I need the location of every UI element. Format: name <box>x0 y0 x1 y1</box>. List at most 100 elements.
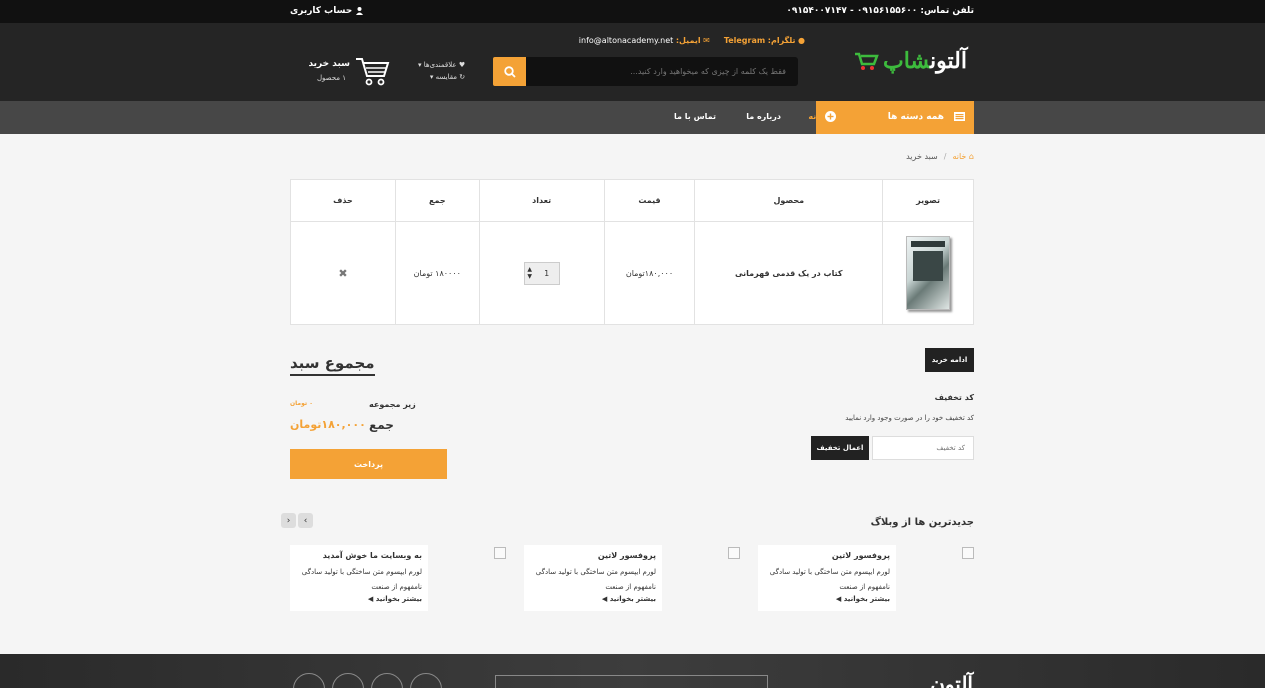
chevron-left-icon: ‹ <box>286 515 291 526</box>
read-more-icon: ◀ <box>367 595 374 603</box>
blog-post-excerpt-1: لورم ایپسوم متن ساختگی با تولید سادگی <box>301 568 422 576</box>
blog-post-excerpt-2: نامفهوم از صنعت <box>605 583 656 591</box>
read-more-link[interactable]: بیشتر بخوانید ◀ <box>764 595 890 603</box>
image-placeholder-icon[interactable] <box>494 547 506 559</box>
blog-post-title[interactable]: پروفسور لاتین <box>764 551 890 560</box>
continue-shopping-button[interactable]: ادامه خرید <box>925 348 974 372</box>
blog-post-card: پروفسور لاتین لورم ایپسوم متن ساختگی با … <box>524 545 662 611</box>
top-bar: تلفن تماس: ۰۹۱۵۶۱۵۵۶۰۰ - ۰۹۱۵۴۰۰۷۱۴۷ حسا… <box>0 0 1265 23</box>
header-contacts: ● تلگرام: Telegram ✉ ایمیل: info@altonac… <box>579 36 805 45</box>
nav-contact[interactable]: تماس با ما <box>674 112 716 121</box>
blog-post-title[interactable]: پروفسور لاتین <box>530 551 656 560</box>
blog-section-title: جدیدترین ها از وبلاگ <box>870 517 974 528</box>
total-value: ۱۸۰,۰۰۰تومان <box>290 418 366 431</box>
subtotal-value: ۰ تومان <box>290 400 313 407</box>
quantity-stepper[interactable]: ▲ ▼ 1 <box>523 261 560 285</box>
subtotal-label: زیر مجموعه <box>369 400 416 409</box>
nav-about[interactable]: درباره ما <box>746 112 781 121</box>
read-more-link[interactable]: بیشتر بخوانید ◀ <box>530 595 656 603</box>
cart-table: تصویر محصول قیمت تعداد جمع حذف کتاب در ی… <box>290 179 974 325</box>
breadcrumb-separator: / <box>943 152 947 161</box>
read-more-label: بیشتر بخوانید <box>375 595 422 603</box>
cart-count: ۱ محصول <box>316 74 346 82</box>
blog-post-title[interactable]: به وبسایت ما خوش آمدید <box>296 551 422 560</box>
quantity-value[interactable]: 1 <box>535 269 559 278</box>
image-placeholder-icon[interactable] <box>728 547 740 559</box>
all-categories-button[interactable]: همه دسته ها <box>816 101 974 134</box>
col-image: تصویر <box>882 179 974 222</box>
header-cart[interactable]: سبد خرید ۱ محصول <box>308 53 390 89</box>
home-icon: ⌂ <box>968 152 974 161</box>
carousel-next-button[interactable]: › <box>298 513 313 528</box>
coupon-input[interactable] <box>872 436 974 460</box>
email-value: info@altonacademy.net <box>578 36 674 45</box>
search-bar <box>493 57 798 86</box>
breadcrumb-current: سبد خرید <box>906 152 938 161</box>
site-logo[interactable]: آلتونشاپ <box>853 41 973 81</box>
product-name[interactable]: کتاب در یک قدمی قهرمانی <box>694 221 884 325</box>
envelope-icon: ✉ <box>703 36 710 45</box>
compare-label: مقایسه <box>435 73 457 81</box>
blog-post[interactable]: به وبسایت ما خوش آمدید لورم ایپسوم متن س… <box>290 545 506 611</box>
carousel-prev-button[interactable]: ‹ <box>281 513 296 528</box>
blog-post-excerpt-2: نامفهوم از صنعت <box>839 583 890 591</box>
telegram-label: تلگرام: <box>767 36 796 45</box>
main-nav: همه دسته ها خانه درباره ما تماس با ما <box>0 101 1265 134</box>
account-link[interactable]: حساب کاربری <box>290 6 364 16</box>
shopping-cart-icon <box>356 58 390 86</box>
blog-post-excerpt-1: لورم ایپسوم متن ساختگی با تولید سادگی <box>535 568 656 576</box>
image-placeholder-icon[interactable] <box>962 547 974 559</box>
breadcrumb-home[interactable]: ⌂ خانه <box>952 152 974 161</box>
all-categories-label: همه دسته ها <box>887 112 944 122</box>
contact-phone: تلفن تماس: ۰۹۱۵۶۱۵۵۶۰۰ - ۰۹۱۵۴۰۰۷۱۴۷ <box>786 6 974 16</box>
blog-post-card: پروفسور لاتین لورم ایپسوم متن ساختگی با … <box>758 545 896 611</box>
telegram-contact[interactable]: ● تلگرام: Telegram <box>724 36 805 45</box>
blog-post-excerpt-1: لورم ایپسوم متن ساختگی با تولید سادگی <box>769 568 890 576</box>
blog-post[interactable]: پروفسور لاتین لورم ایپسوم متن ساختگی با … <box>524 545 740 611</box>
header: آلتونشاپ ● تلگرام: Telegram ✉ ایمیل: inf… <box>0 23 1265 101</box>
email-label: ایمیل: <box>675 36 701 45</box>
email-contact[interactable]: ✉ ایمیل: info@altonacademy.net <box>579 36 710 45</box>
user-icon <box>356 7 364 15</box>
apply-coupon-button[interactable]: اعمال تخفیف <box>811 436 869 460</box>
logo-cart-icon <box>855 52 879 70</box>
chevron-right-icon: › <box>303 515 308 526</box>
col-total: جمع <box>394 179 480 222</box>
search-button[interactable] <box>493 57 526 86</box>
account-label: حساب کاربری <box>290 6 353 16</box>
wishlist-link[interactable]: ♥ علاقمندی‌ها ▾ <box>418 59 465 71</box>
quantity-cell: ▲ ▼ 1 <box>478 221 605 325</box>
logo-accent: شاپ <box>883 48 931 74</box>
footer-logo[interactable]: آلتون <box>930 672 973 688</box>
read-more-link[interactable]: بیشتر بخوانید ◀ <box>296 595 422 603</box>
logo-main: آلتون <box>930 48 967 74</box>
search-icon <box>503 65 516 78</box>
read-more-icon: ◀ <box>601 595 608 603</box>
arrow-up-icon[interactable]: ▲ <box>527 266 532 273</box>
cart-table-header: تصویر محصول قیمت تعداد جمع حذف <box>290 179 974 222</box>
pay-button[interactable]: پرداخت <box>290 449 447 479</box>
total-label: جمع <box>369 418 394 432</box>
wishlist-label: علاقمندی‌ها <box>423 61 457 69</box>
heart-icon: ♥ <box>458 61 466 69</box>
product-image[interactable] <box>906 236 951 310</box>
plus-circle-icon <box>825 111 836 122</box>
read-more-label: بیشتر بخوانید <box>843 595 890 603</box>
blog-post[interactable]: پروفسور لاتین لورم ایپسوم متن ساختگی با … <box>758 545 974 611</box>
read-more-icon: ◀ <box>835 595 842 603</box>
col-price: قیمت <box>603 179 696 222</box>
wishlist-compare: ♥ علاقمندی‌ها ▾ ↻ مقایسه ▾ <box>418 59 465 83</box>
remove-icon[interactable]: ✖ <box>338 267 347 280</box>
compare-link[interactable]: ↻ مقایسه ▾ <box>418 71 465 83</box>
product-price: ۱۸۰,۰۰۰تومان <box>603 221 696 325</box>
newsletter-input[interactable] <box>495 675 768 688</box>
breadcrumb: ⌂ خانه / سبد خرید <box>906 152 974 161</box>
remove-cell: ✖ <box>290 221 396 325</box>
nav-home[interactable]: خانه <box>808 112 825 121</box>
breadcrumb-home-label: خانه <box>952 152 967 161</box>
read-more-label: بیشتر بخوانید <box>609 595 656 603</box>
refresh-icon: ↻ <box>459 73 466 81</box>
arrow-down-icon[interactable]: ▼ <box>527 273 532 280</box>
search-input[interactable] <box>526 57 798 86</box>
quantity-arrows[interactable]: ▲ ▼ <box>525 266 535 280</box>
